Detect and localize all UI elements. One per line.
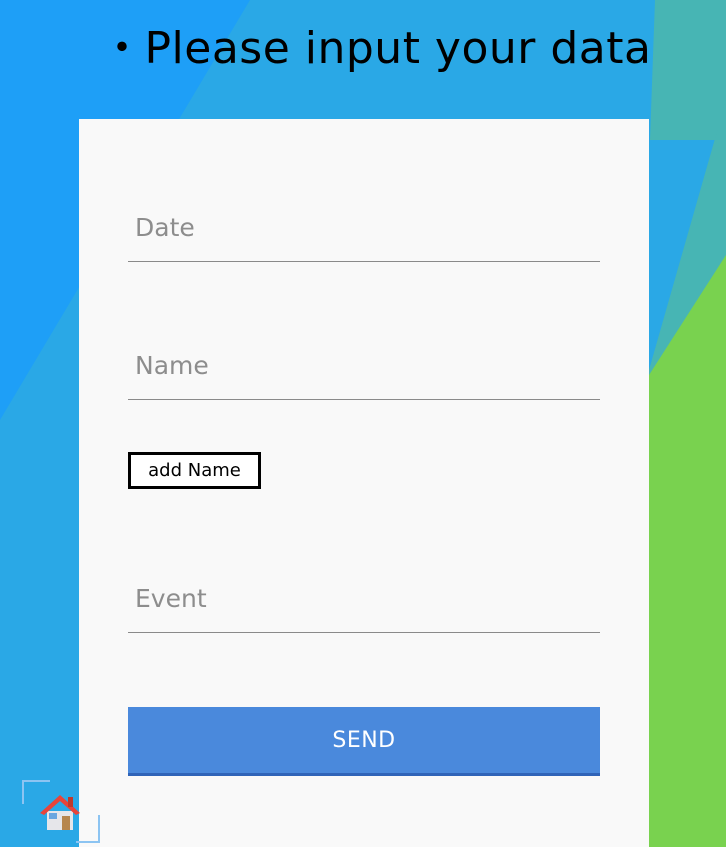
date-placeholder: Date [135, 213, 195, 242]
event-underline [128, 632, 600, 633]
home-button[interactable] [22, 780, 100, 843]
page-title: ・Please input your data [100, 23, 652, 74]
add-name-button[interactable]: add Name [128, 452, 261, 489]
name-field[interactable]: Name [128, 345, 600, 401]
date-field[interactable]: Date [128, 207, 600, 263]
event-field[interactable]: Event [128, 578, 600, 634]
name-placeholder: Name [135, 351, 209, 380]
home-icon [40, 795, 80, 830]
event-placeholder: Event [135, 584, 207, 613]
date-underline [128, 261, 600, 262]
send-button[interactable]: SEND [128, 707, 600, 776]
name-underline [128, 399, 600, 400]
input-form-card: Date Name add Name Event SEND [79, 119, 649, 847]
